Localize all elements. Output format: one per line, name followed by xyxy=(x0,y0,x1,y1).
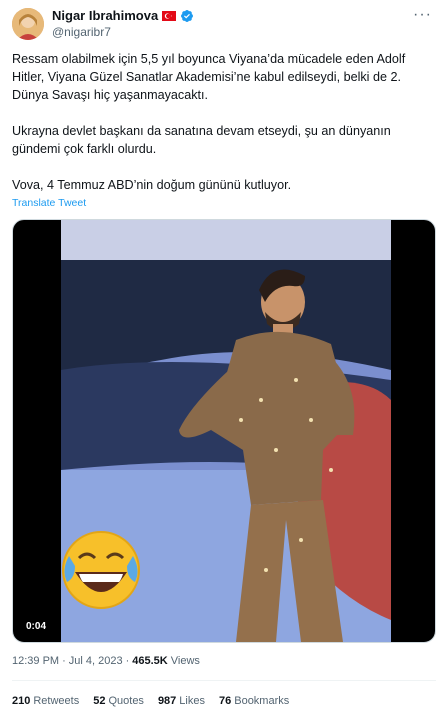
video-duration: 0:04 xyxy=(21,619,52,634)
tweet-text: Ressam olabilmek için 5,5 yıl boyunca Vi… xyxy=(12,50,432,194)
quotes-stat[interactable]: 52 Quotes xyxy=(93,695,144,707)
turkey-flag-icon xyxy=(162,10,177,21)
bookmarks-stat[interactable]: 76 Bookmarks xyxy=(219,695,289,707)
video-frame[interactable] xyxy=(61,220,391,642)
tweet-paragraph: Ressam olabilmek için 5,5 yıl boyunca Vi… xyxy=(12,52,406,102)
tweet-date[interactable]: Jul 4, 2023 xyxy=(69,655,123,667)
likes-stat[interactable]: 987 Likes xyxy=(158,695,205,707)
meta-separator: · xyxy=(125,655,130,667)
retweets-label: Retweets xyxy=(33,695,80,707)
bookmarks-label: Bookmarks xyxy=(234,695,290,707)
quotes-label: Quotes xyxy=(108,695,144,707)
meta-separator: · xyxy=(62,655,66,667)
laughing-emoji-icon xyxy=(62,531,140,609)
bookmarks-count: 76 xyxy=(218,695,232,707)
translate-tweet-link[interactable]: Translate Tweet xyxy=(12,197,86,209)
tweet-paragraph: Ukrayna devlet başkanı da sanatına devam… xyxy=(12,124,391,156)
retweets-stat[interactable]: 210 Retweets xyxy=(12,695,79,707)
views-label: Views xyxy=(170,655,200,667)
divider xyxy=(12,680,436,681)
name-row: Nigar Ibrahimova xyxy=(52,8,194,23)
more-options-icon[interactable]: ··· xyxy=(413,7,432,23)
display-name[interactable]: Nigar Ibrahimova xyxy=(52,8,158,23)
verified-badge-icon xyxy=(180,9,194,23)
tweet-time[interactable]: 12:39 PM xyxy=(12,655,59,667)
likes-label: Likes xyxy=(179,695,205,707)
avatar[interactable] xyxy=(12,8,44,40)
quotes-count: 52 xyxy=(93,695,106,707)
user-handle[interactable]: @nigaribr7 xyxy=(52,25,111,39)
video-still-image xyxy=(61,220,391,642)
tweet-paragraph: Vova, 4 Temmuz ABD’nin doğum gününü kutl… xyxy=(12,178,292,192)
tweet-meta: 12:39 PM · Jul 4, 2023 · 465.5K Views xyxy=(12,655,200,667)
views-count: 465.5K xyxy=(132,655,168,667)
likes-count: 987 xyxy=(157,695,177,707)
retweets-count: 210 xyxy=(12,695,31,707)
video-player[interactable]: 0:04 xyxy=(12,219,436,643)
engagement-stats: 210 Retweets 52 Quotes 987 Likes 76 Bookmark… xyxy=(12,695,289,707)
tweet-header: Nigar Ibrahimova @nigaribr7 ··· xyxy=(12,6,436,42)
